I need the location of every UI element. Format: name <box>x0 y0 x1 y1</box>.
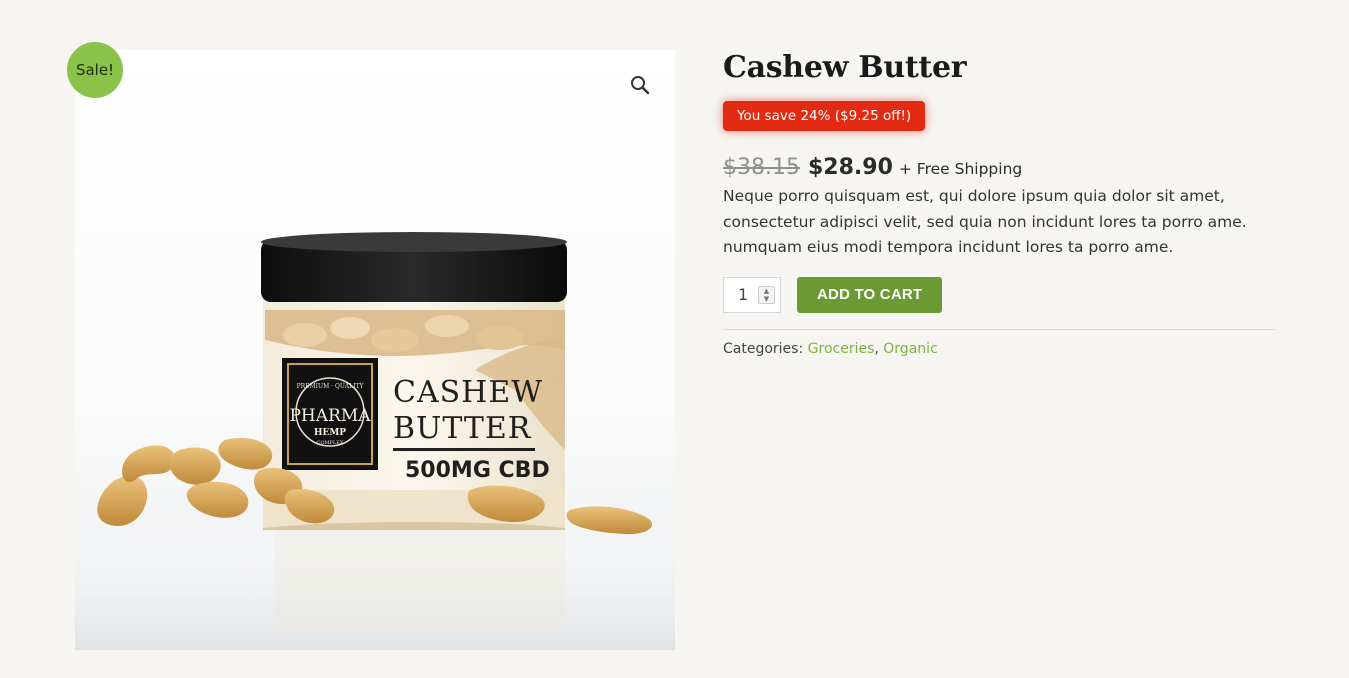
jar-label-line3: 500MG CBD <box>405 458 550 483</box>
jar-label-line1: CASHEW <box>393 375 543 410</box>
price-row: $38.15 $28.90 + Free Shipping <box>723 155 1275 180</box>
product-title: Cashew Butter <box>723 50 967 85</box>
product-categories: Categories: Groceries, Organic <box>723 341 1275 357</box>
shipping-note: + Free Shipping <box>898 160 1023 178</box>
chevron-up-icon[interactable]: ▲ <box>764 287 769 295</box>
product-description: Neque porro quisquam est, qui dolore ips… <box>723 187 1247 256</box>
emblem-ring-bottom: COMPLEX <box>317 440 344 446</box>
quantity-field[interactable]: 1 ▲ ▼ <box>723 276 781 313</box>
jar-label-line2: BUTTER <box>393 411 532 446</box>
add-to-cart-form: 1 ▲ ▼ ADD TO CART <box>723 276 1275 313</box>
categories-label: Categories: <box>723 340 804 357</box>
sale-badge: Sale! <box>67 42 123 98</box>
save-badge: You save 24% ($9.25 off!) <box>723 101 926 131</box>
quantity-value[interactable]: 1 <box>738 285 748 304</box>
emblem-brand: PHARMA <box>289 406 371 426</box>
magnifier-icon <box>631 76 650 95</box>
sale-badge-label: Sale! <box>75 61 115 79</box>
chevron-down-icon[interactable]: ▼ <box>764 295 769 303</box>
product-summary: Cashew Butter You save 24% ($9.25 off!) … <box>723 48 1275 357</box>
divider <box>723 328 1275 330</box>
category-link-organic[interactable]: Organic <box>883 341 937 357</box>
add-to-cart-button[interactable]: ADD TO CART <box>797 276 943 313</box>
zoom-button[interactable] <box>625 70 655 100</box>
category-separator: , <box>874 340 879 357</box>
sale-price: $28.90 <box>807 155 893 180</box>
quantity-stepper[interactable]: ▲ ▼ <box>758 285 775 304</box>
category-link-groceries[interactable]: Groceries <box>808 341 875 357</box>
emblem-ring-top: PREMIUM · QUALITY <box>297 383 365 390</box>
product-image: PREMIUM · QUALITY PHARMA HEMP COMPLEX CA… <box>75 232 675 650</box>
regular-price: $38.15 <box>723 155 800 180</box>
emblem-brand-sub: HEMP <box>314 428 346 438</box>
product-gallery[interactable]: PREMIUM · QUALITY PHARMA HEMP COMPLEX CA… <box>75 50 675 650</box>
